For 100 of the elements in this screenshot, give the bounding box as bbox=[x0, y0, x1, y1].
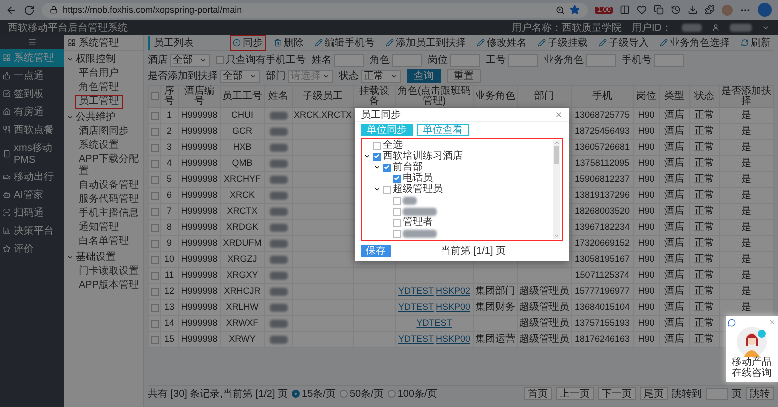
row-checkbox[interactable] bbox=[150, 144, 158, 152]
nav-item[interactable]: 扫码通 bbox=[0, 204, 64, 222]
page-size-option[interactable]: 50条/页 bbox=[340, 386, 384, 400]
tree-checkbox[interactable] bbox=[393, 218, 401, 226]
tree-checkbox[interactable] bbox=[393, 208, 401, 216]
scrollbar[interactable] bbox=[553, 140, 560, 239]
heart-icon[interactable] bbox=[637, 5, 647, 15]
zoom-icon[interactable] bbox=[556, 6, 566, 14]
submenu-item[interactable]: APP版本管理 bbox=[76, 280, 142, 292]
jump-button[interactable]: 跳转 bbox=[746, 387, 774, 400]
submenu-item[interactable]: 服务代码管理 bbox=[76, 194, 142, 206]
nav-item[interactable]: 决策平台 bbox=[0, 222, 64, 240]
radio[interactable] bbox=[388, 390, 396, 398]
nav-item[interactable]: AI管家 bbox=[0, 186, 64, 204]
row-checkbox[interactable] bbox=[150, 208, 158, 216]
pager-button[interactable]: 尾页 bbox=[640, 387, 668, 400]
toolbar-button[interactable]: 子级挂载 bbox=[535, 34, 591, 50]
checkbox[interactable] bbox=[216, 56, 224, 64]
submenu-item[interactable]: 手机主播信息 bbox=[76, 208, 142, 220]
row-checkbox[interactable] bbox=[150, 112, 158, 120]
tree-checkbox[interactable] bbox=[373, 142, 381, 150]
row-checkbox[interactable] bbox=[150, 320, 158, 328]
filter-input[interactable] bbox=[392, 54, 422, 66]
menu-group[interactable]: 基础设置 bbox=[76, 250, 116, 264]
menu-group[interactable]: 公共维护 bbox=[76, 110, 116, 124]
toolbar-button[interactable]: 修改姓名 bbox=[474, 34, 530, 50]
role-link[interactable]: HSKP02 bbox=[436, 286, 471, 296]
split-icon[interactable] bbox=[620, 5, 630, 15]
filter-select[interactable]: 全部 bbox=[170, 54, 210, 66]
submenu-item[interactable]: 酒店图同步 bbox=[76, 126, 132, 138]
user-icon[interactable] bbox=[712, 24, 720, 32]
extension-icon[interactable] bbox=[705, 5, 715, 15]
star-icon[interactable] bbox=[570, 5, 580, 15]
download-icon[interactable] bbox=[688, 5, 698, 15]
profile-avatar[interactable] bbox=[722, 4, 733, 16]
tree-checkbox[interactable] bbox=[393, 230, 401, 238]
page-size-option[interactable]: 100条/页 bbox=[388, 386, 438, 400]
row-checkbox[interactable] bbox=[150, 304, 158, 312]
reset-button[interactable]: 重置 bbox=[447, 69, 481, 83]
collections-icon[interactable] bbox=[654, 5, 664, 15]
toolbar-button[interactable]: 同步 bbox=[230, 34, 266, 50]
history-icon[interactable] bbox=[671, 5, 681, 15]
radio[interactable] bbox=[340, 390, 348, 398]
pager-button[interactable]: 首页 bbox=[524, 387, 552, 400]
toolbar-button[interactable]: 添加员工到扶择 bbox=[383, 34, 469, 50]
role-link[interactable]: YDTEST bbox=[398, 334, 434, 344]
submenu-item[interactable]: 员工管理 bbox=[76, 96, 122, 108]
submenu-item[interactable]: 自动设备管理 bbox=[76, 180, 142, 192]
scroll-thumb[interactable] bbox=[554, 146, 559, 164]
role-link[interactable]: YDTEST bbox=[398, 286, 434, 296]
nav-item[interactable]: 一点通 bbox=[0, 67, 64, 85]
row-checkbox[interactable] bbox=[150, 336, 158, 344]
select-all-checkbox[interactable] bbox=[150, 92, 158, 100]
submenu-item[interactable]: 通知管理 bbox=[76, 222, 122, 234]
save-button[interactable]: 保存 bbox=[361, 245, 391, 257]
filter-select[interactable]: 全部 bbox=[220, 70, 260, 82]
row-checkbox[interactable] bbox=[150, 272, 158, 280]
toolbar-button[interactable]: 子级导入 bbox=[596, 34, 652, 50]
row-checkbox[interactable] bbox=[150, 128, 158, 136]
tab[interactable]: 单位查看 bbox=[417, 124, 469, 136]
row-checkbox[interactable] bbox=[150, 288, 158, 296]
tree-checkbox[interactable] bbox=[393, 196, 401, 204]
filter-input[interactable] bbox=[586, 54, 616, 66]
filter-input[interactable] bbox=[654, 54, 684, 66]
tree-checkbox[interactable] bbox=[393, 174, 401, 182]
submenu-item[interactable]: 白名单管理 bbox=[76, 236, 132, 248]
pager-button[interactable]: 下一页 bbox=[598, 387, 636, 400]
row-checkbox[interactable] bbox=[150, 256, 158, 264]
tree-checkbox[interactable] bbox=[373, 152, 381, 160]
close-icon[interactable] bbox=[555, 110, 563, 118]
page-size-option[interactable]: 15条/页 bbox=[292, 386, 336, 400]
nav-item[interactable]: 评价 bbox=[0, 240, 64, 258]
filter-input[interactable] bbox=[450, 54, 480, 66]
address-bar[interactable]: https://mob.foxhis.com/xopspring-portal/main bbox=[42, 2, 588, 18]
submenu-item[interactable]: 门卡读取设置 bbox=[76, 266, 142, 278]
toolbar-button[interactable]: 编辑手机号 bbox=[312, 34, 378, 50]
radio[interactable] bbox=[292, 390, 300, 398]
toolbar-button[interactable]: 业务角色选择 bbox=[657, 34, 733, 50]
refresh-icon[interactable] bbox=[24, 4, 35, 16]
caret-icon[interactable] bbox=[364, 153, 371, 160]
nav-item[interactable]: 有房通 bbox=[0, 103, 64, 121]
nav-item[interactable]: 西软点餐 bbox=[0, 121, 64, 139]
filter-input[interactable] bbox=[508, 54, 538, 66]
menu-group[interactable]: 权限控制 bbox=[76, 52, 116, 66]
row-checkbox[interactable] bbox=[150, 176, 158, 184]
toolbar-button[interactable]: 刷新 bbox=[738, 34, 774, 50]
filter-select[interactable]: 正常 bbox=[361, 70, 401, 82]
nav-item[interactable]: 签到板 bbox=[0, 85, 64, 103]
caret-icon[interactable] bbox=[374, 164, 381, 171]
nav-item[interactable]: 移动出行 bbox=[0, 168, 64, 186]
menu-icon[interactable] bbox=[28, 38, 36, 46]
row-checkbox[interactable] bbox=[150, 224, 158, 232]
pager-button[interactable]: 上一页 bbox=[556, 387, 594, 400]
role-link[interactable]: HSKP00 bbox=[436, 334, 471, 344]
row-checkbox[interactable] bbox=[150, 192, 158, 200]
row-checkbox[interactable] bbox=[150, 240, 158, 248]
nav-item[interactable]: xms移动PMS bbox=[0, 139, 64, 168]
role-link[interactable]: HSKP00 bbox=[436, 302, 471, 312]
submenu-item[interactable]: 角色管理 bbox=[76, 82, 122, 94]
back-icon[interactable] bbox=[6, 4, 17, 16]
